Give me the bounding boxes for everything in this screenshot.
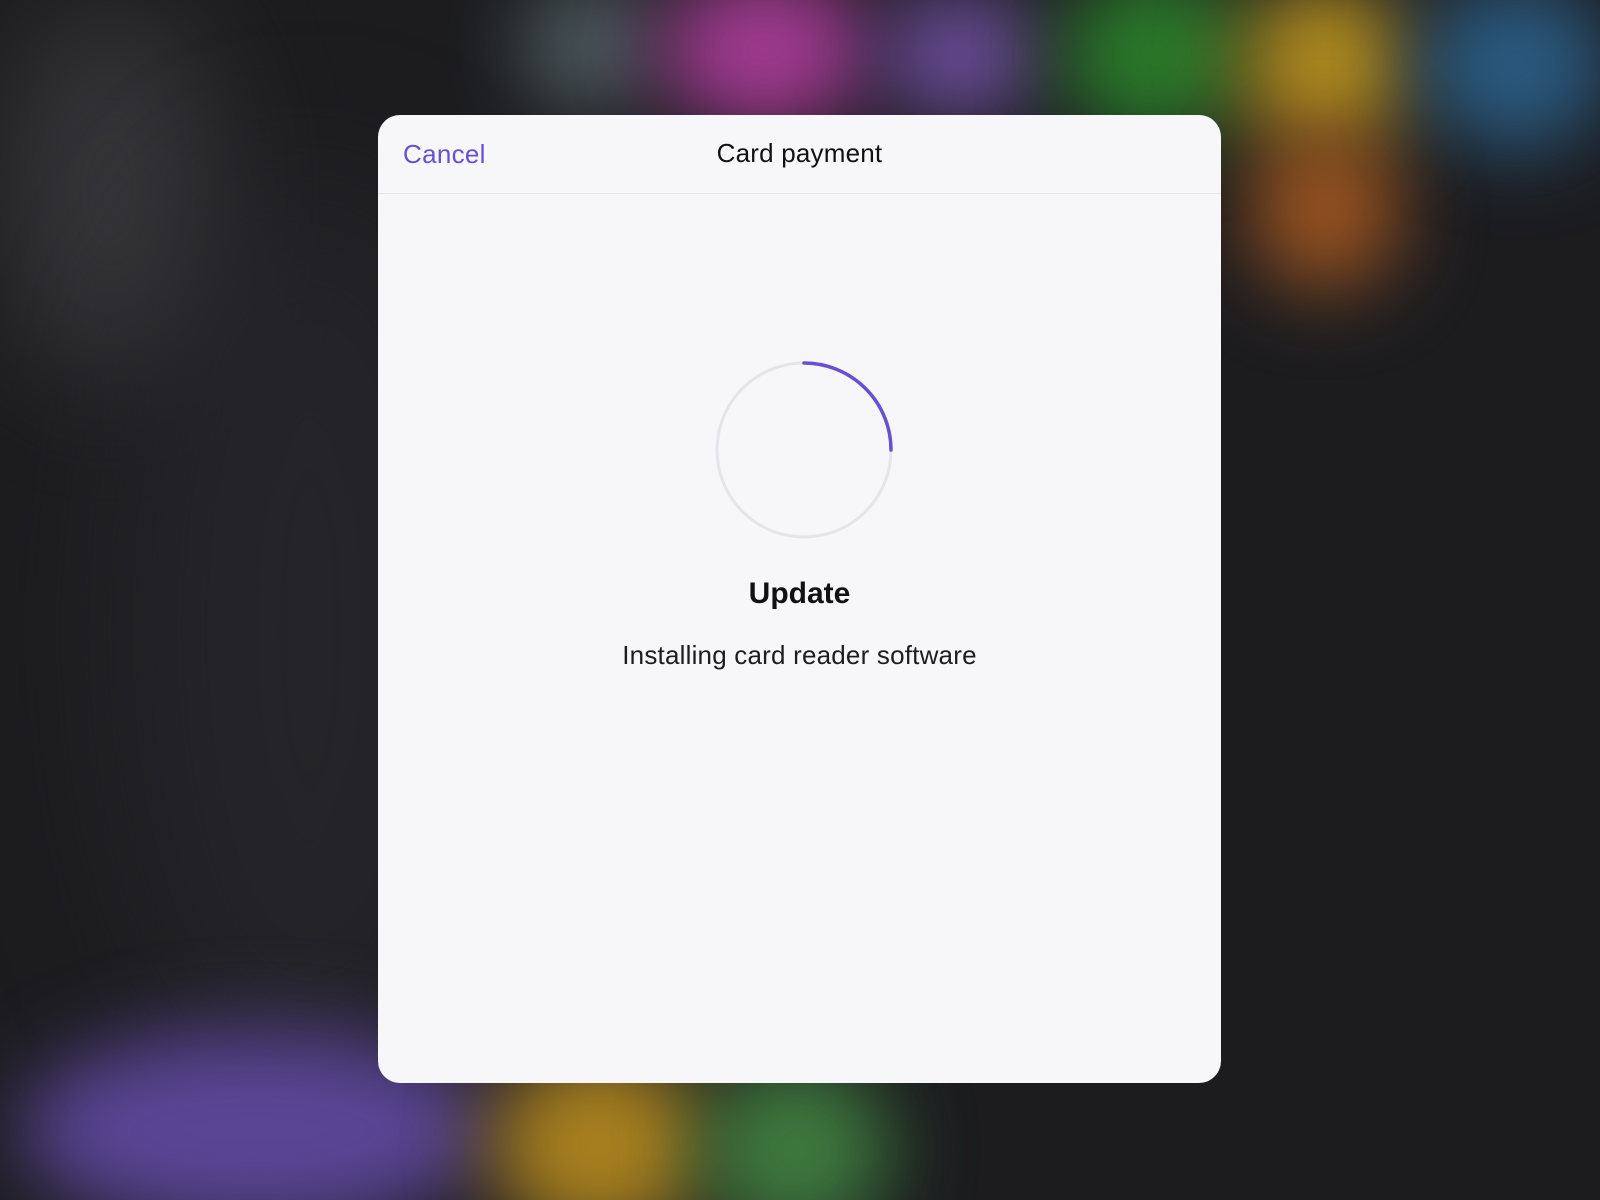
progress-spinner bbox=[715, 361, 893, 539]
modal-header: Cancel Card payment bbox=[378, 115, 1221, 194]
background-blur-shape bbox=[660, 0, 870, 130]
card-payment-modal: Cancel Card payment Update Installing ca… bbox=[378, 115, 1221, 1083]
status-heading: Update bbox=[748, 577, 851, 610]
background-blur-shape bbox=[1250, 130, 1400, 290]
progress-arc bbox=[802, 361, 893, 452]
background-blur-shape bbox=[880, 0, 1040, 120]
modal-title: Card payment bbox=[716, 138, 883, 168]
background-blur-shape bbox=[1240, 0, 1410, 150]
status-message: Installing card reader software bbox=[622, 640, 977, 670]
background-blur-shape bbox=[1420, 0, 1600, 150]
background-blur-shape bbox=[520, 0, 660, 110]
